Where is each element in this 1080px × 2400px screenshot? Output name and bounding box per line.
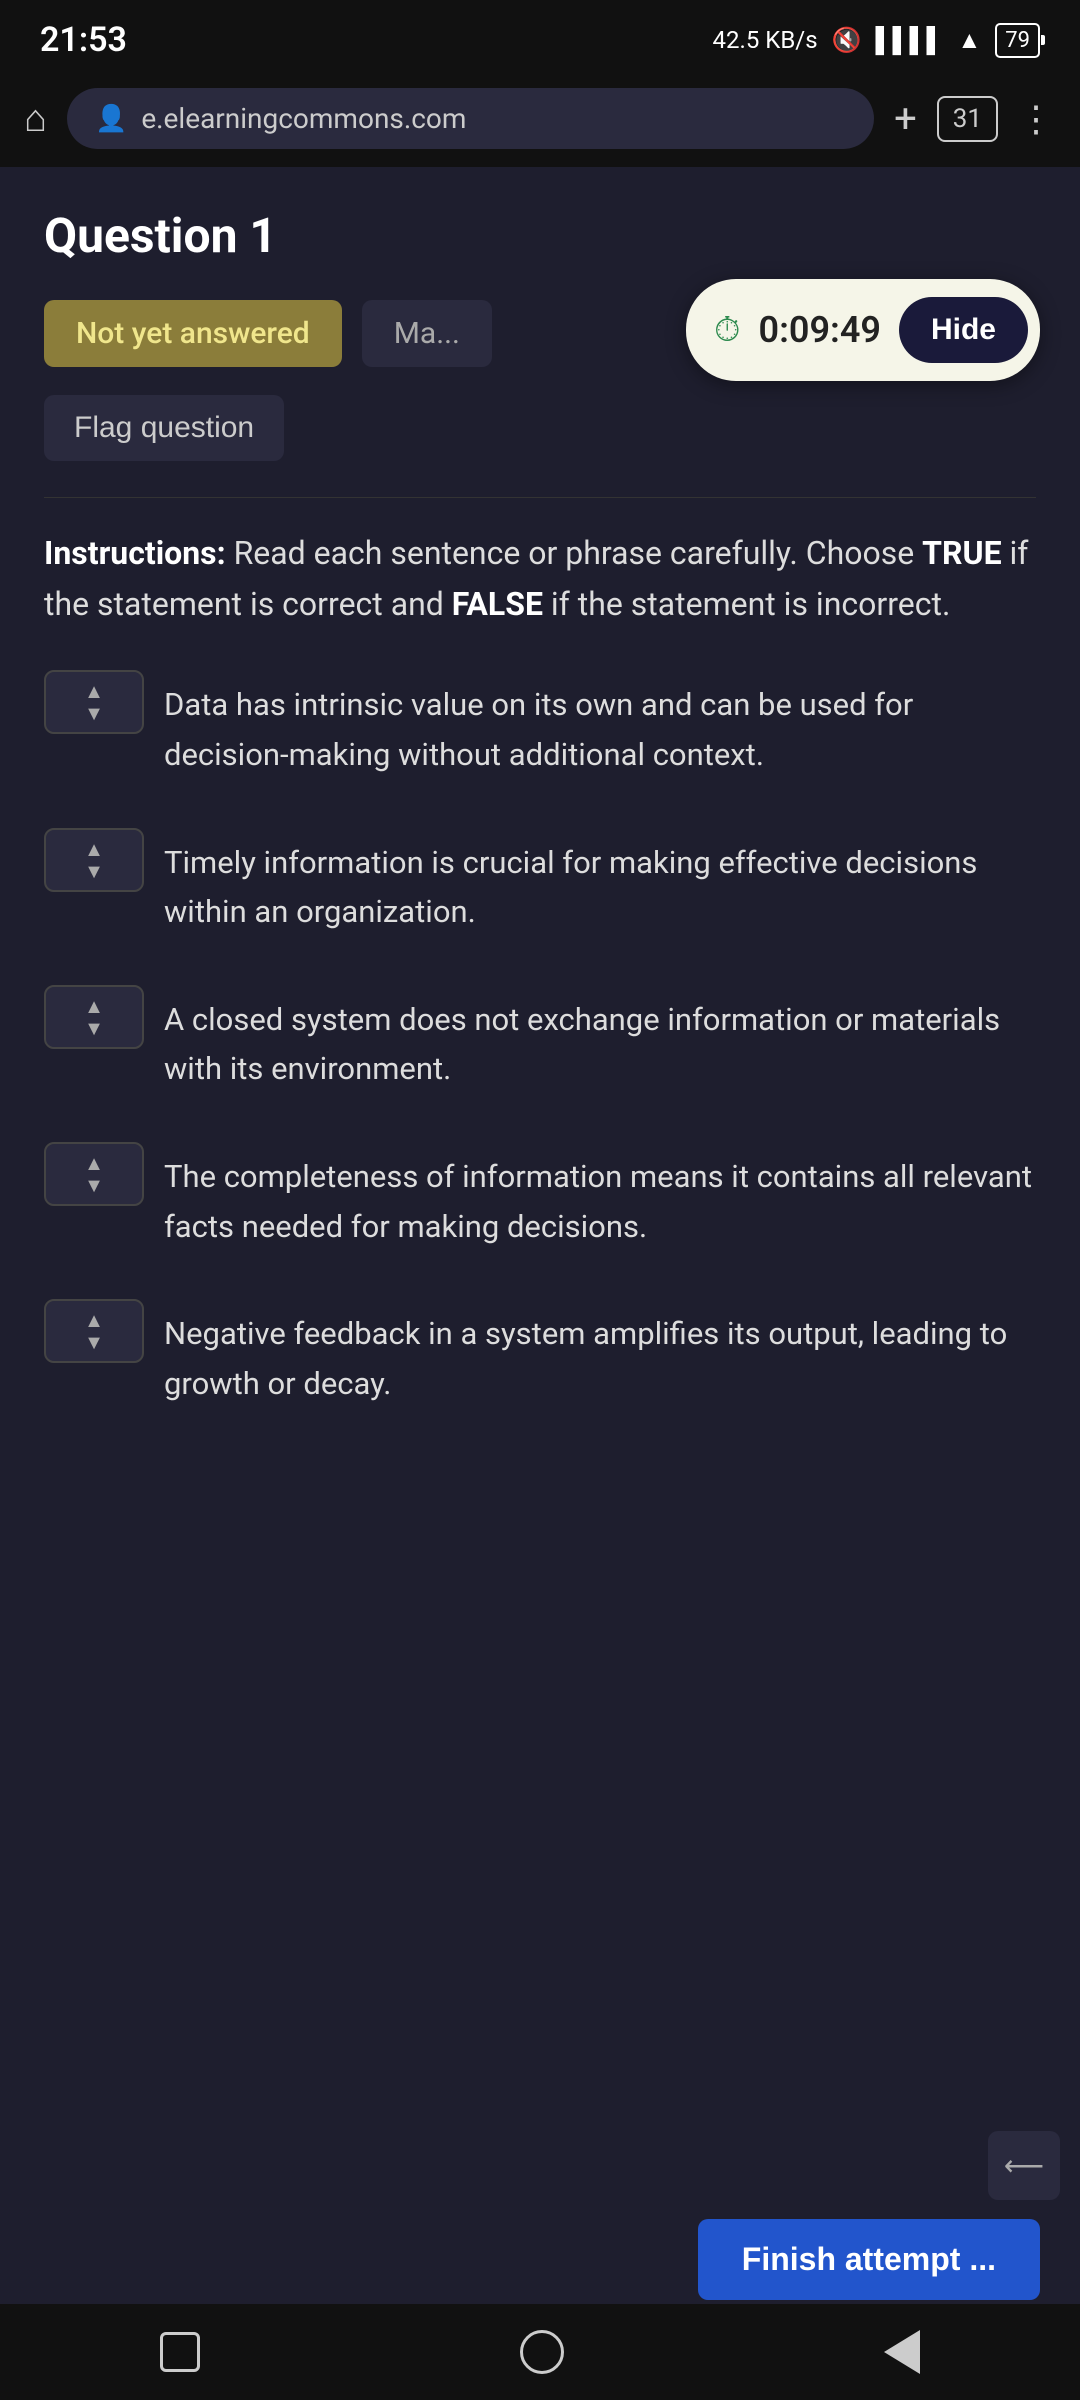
question-title: Question 1 — [44, 207, 1036, 264]
signal-icon: ▌▌▌▌ — [875, 26, 943, 55]
not-answered-badge: Not yet answered — [44, 300, 342, 367]
arrow-down-icon: ▼ — [84, 861, 104, 881]
clock-icon: ⏱ — [714, 310, 741, 350]
question-item: ▲ ▼ A closed system does not exchange in… — [44, 985, 1036, 1094]
wifi-icon: ▲ — [958, 26, 982, 55]
nav-square-button[interactable] — [160, 2332, 200, 2372]
arrow-up-icon: ▲ — [84, 1153, 104, 1173]
arrow-down-icon: ▼ — [84, 1018, 104, 1038]
timer-popup: ⏱ 0:09:49 Hide — [686, 279, 1040, 381]
arrow-up-icon: ▲ — [84, 1310, 104, 1330]
select-arrows-2: ▲ ▼ — [84, 839, 104, 881]
instructions-label: Instructions: — [44, 534, 226, 572]
instructions-end: if the statement is incorrect. — [551, 585, 950, 623]
browser-chrome: ⌂ 👤 e.elearningcommons.com + 31 ⋮ — [0, 72, 1080, 167]
finish-attempt-container: Finish attempt ... — [698, 2219, 1040, 2300]
true-keyword: TRUE — [922, 534, 1001, 572]
answer-select-1[interactable]: ▲ ▼ — [44, 670, 144, 734]
question-text-3: A closed system does not exchange inform… — [164, 985, 1036, 1094]
home-icon[interactable]: ⌂ — [24, 97, 47, 141]
nav-home-button[interactable] — [520, 2330, 564, 2374]
instructions-body: Read each sentence or phrase carefully. … — [234, 534, 923, 572]
menu-button[interactable]: ⋮ — [1018, 98, 1056, 140]
answer-select-2[interactable]: ▲ ▼ — [44, 828, 144, 892]
status-time: 21:53 — [40, 20, 127, 60]
marks-badge: Ma... — [362, 300, 492, 367]
arrow-down-icon: ▼ — [84, 703, 104, 723]
question-text-5: Negative feedback in a system amplifies … — [164, 1299, 1036, 1408]
nav-bar — [0, 2304, 1080, 2400]
timer-display: 0:09:49 — [759, 309, 881, 351]
answer-select-3[interactable]: ▲ ▼ — [44, 985, 144, 1049]
page-content: ⏱ 0:09:49 Hide Question 1 Not yet answer… — [0, 167, 1080, 2367]
select-arrows-3: ▲ ▼ — [84, 996, 104, 1038]
question-item: ▲ ▼ The completeness of information mean… — [44, 1142, 1036, 1251]
flag-question-button[interactable]: Flag question — [44, 395, 284, 461]
answer-select-4[interactable]: ▲ ▼ — [44, 1142, 144, 1206]
answer-select-5[interactable]: ▲ ▼ — [44, 1299, 144, 1363]
question-item-row: ▲ ▼ Timely information is crucial for ma… — [44, 828, 1036, 937]
tab-count[interactable]: 31 — [937, 96, 998, 142]
arrow-down-icon: ▼ — [84, 1175, 104, 1195]
address-bar[interactable]: 👤 e.elearningcommons.com — [67, 88, 874, 149]
select-arrows-5: ▲ ▼ — [84, 1310, 104, 1352]
flag-row: Flag question — [44, 395, 1036, 461]
scroll-button[interactable]: ⟵ — [988, 2131, 1060, 2200]
arrow-up-icon: ▲ — [84, 996, 104, 1016]
divider — [44, 497, 1036, 498]
url-text: e.elearningcommons.com — [141, 102, 466, 135]
question-item: ▲ ▼ Timely information is crucial for ma… — [44, 828, 1036, 937]
status-bar: 21:53 42.5 KB/s 🔇 ▌▌▌▌ ▲ 79 — [0, 0, 1080, 72]
question-text-1: Data has intrinsic value on its own and … — [164, 670, 1036, 779]
question-item-row: ▲ ▼ The completeness of information mean… — [44, 1142, 1036, 1251]
mute-icon: 🔇 — [832, 26, 862, 54]
scroll-icon: ⟵ — [1004, 2149, 1044, 2182]
false-keyword: FALSE — [452, 585, 543, 623]
hide-timer-button[interactable]: Hide — [899, 297, 1028, 363]
question-items-list: ▲ ▼ Data has intrinsic value on its own … — [44, 670, 1036, 1408]
question-text-2: Timely information is crucial for making… — [164, 828, 1036, 937]
status-icons: 42.5 KB/s 🔇 ▌▌▌▌ ▲ 79 — [713, 23, 1040, 58]
profile-icon: 👤 — [95, 104, 127, 134]
question-item: ▲ ▼ Negative feedback in a system amplif… — [44, 1299, 1036, 1408]
question-item-row: ▲ ▼ A closed system does not exchange in… — [44, 985, 1036, 1094]
browser-toolbar: ⌂ 👤 e.elearningcommons.com + 31 ⋮ — [24, 88, 1056, 149]
question-item-row: ▲ ▼ Data has intrinsic value on its own … — [44, 670, 1036, 779]
select-arrows-4: ▲ ▼ — [84, 1153, 104, 1195]
select-arrows-1: ▲ ▼ — [84, 681, 104, 723]
arrow-up-icon: ▲ — [84, 681, 104, 701]
question-item-row: ▲ ▼ Negative feedback in a system amplif… — [44, 1299, 1036, 1408]
arrow-down-icon: ▼ — [84, 1332, 104, 1352]
finish-attempt-button[interactable]: Finish attempt ... — [698, 2219, 1040, 2300]
question-item: ▲ ▼ Data has intrinsic value on its own … — [44, 670, 1036, 779]
question-text-4: The completeness of information means it… — [164, 1142, 1036, 1251]
battery-indicator: 79 — [995, 23, 1040, 58]
nav-back-button[interactable] — [884, 2330, 920, 2374]
arrow-up-icon: ▲ — [84, 839, 104, 859]
speed-indicator: 42.5 KB/s — [713, 26, 818, 54]
new-tab-button[interactable]: + — [894, 95, 917, 142]
instructions-text: Instructions: Read each sentence or phra… — [44, 528, 1036, 630]
